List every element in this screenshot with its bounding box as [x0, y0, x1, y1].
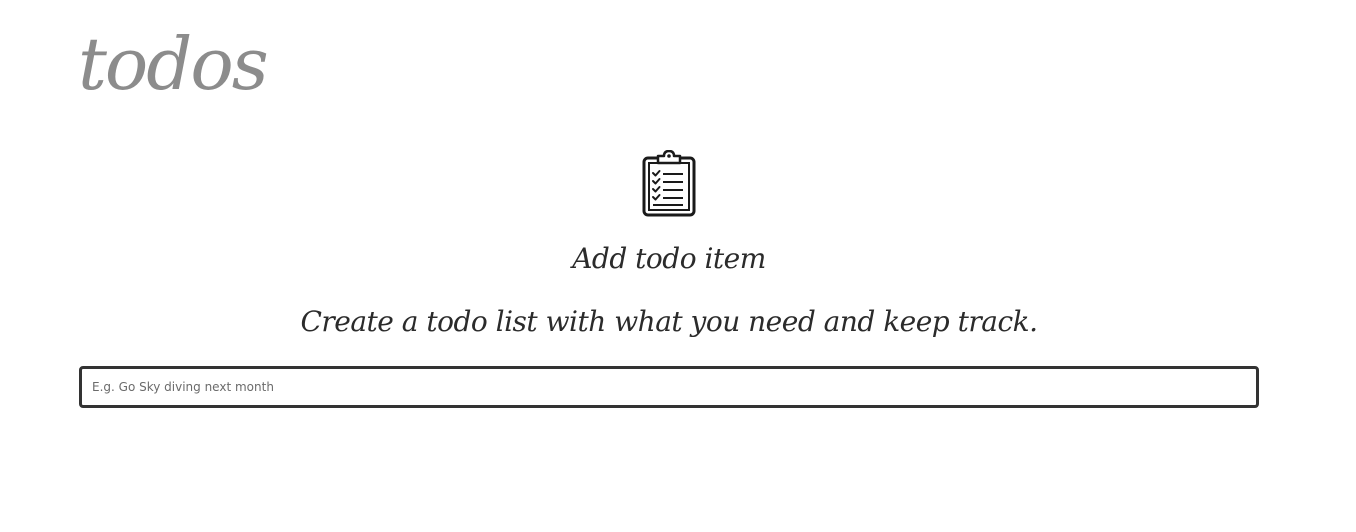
empty-state: Add todo item Create a todo list with wh… [0, 150, 1338, 338]
empty-state-subtext: Create a todo list with what you need an… [300, 305, 1038, 338]
new-todo-input[interactable] [79, 366, 1259, 408]
clipboard-checklist-icon [0, 150, 1338, 218]
empty-state-heading: Add todo item [572, 242, 766, 275]
app-title: todos [78, 22, 269, 106]
